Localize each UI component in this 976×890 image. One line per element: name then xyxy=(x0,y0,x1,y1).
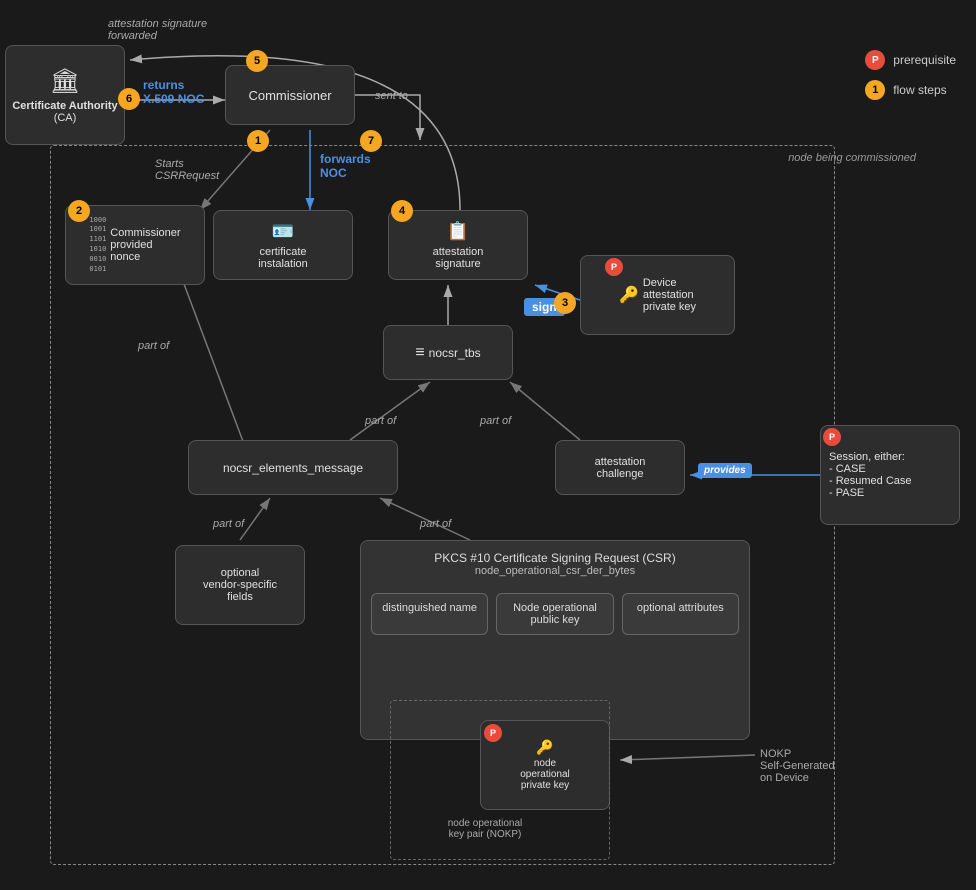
nocsr-elements-node: nocsr_elements_message xyxy=(188,440,398,495)
legend-flow-label: flow steps xyxy=(893,83,946,97)
nonce-binary: 100010011101101000100101 xyxy=(89,216,106,275)
badge-6: 6 xyxy=(118,88,140,110)
nocsr-tbs-label: nocsr_tbs xyxy=(429,346,481,360)
provides-badge: provides xyxy=(698,463,752,478)
optional-vendor-label: optionalvendor-specificfields xyxy=(203,567,277,603)
pkcs-subtitle: node_operational_csr_der_bytes xyxy=(371,565,739,577)
optional-vendor-node: optionalvendor-specificfields xyxy=(175,545,305,625)
part-of-3: part of xyxy=(213,518,244,530)
cert-install-label: certificateinstalation xyxy=(258,246,308,270)
nocsr-tbs-node: ≡ nocsr_tbs xyxy=(383,325,513,380)
nocsr-elements-label: nocsr_elements_message xyxy=(223,461,363,475)
badge-4: 4 xyxy=(391,200,413,222)
legend: P prerequisite 1 flow steps xyxy=(865,50,956,100)
attest-sig-forwarded-label: attestation signatureforwarded xyxy=(108,18,207,42)
attest-sig-icon: 📋 xyxy=(447,221,469,242)
ca-title: Certificate Authority xyxy=(12,100,117,112)
cert-install-node: 🪪 certificateinstalation xyxy=(213,210,353,280)
op-pubkey-cell: Node operational public key xyxy=(496,593,613,635)
pkcs-title: PKCS #10 Certificate Signing Request (CS… xyxy=(371,551,739,565)
prereq-session: P xyxy=(823,428,841,446)
opt-attrs-cell: optional attributes xyxy=(622,593,739,635)
part-of-1: part of xyxy=(365,415,396,427)
part-of-5: part of xyxy=(138,340,169,352)
cert-install-icon: 🪪 xyxy=(272,221,294,242)
dist-name-cell: distinguished name xyxy=(371,593,488,635)
legend-prereq-label: prerequisite xyxy=(893,53,956,67)
part-of-4: part of xyxy=(420,518,451,530)
forwards-noc-label: forwardsNOC xyxy=(320,152,371,180)
attest-sig-node: 📋 attestationsignature xyxy=(388,210,528,280)
prereq-nokp: P xyxy=(484,724,502,742)
ca-subtitle: (CA) xyxy=(12,112,117,124)
attest-challenge-node: attestationchallenge xyxy=(555,440,685,495)
device-attest-icon: 🔑 xyxy=(619,285,639,305)
ca-node: 🏛 Certificate Authority (CA) xyxy=(5,45,125,145)
returns-noc-label: returnsX.509 NOC xyxy=(143,78,204,106)
legend-flow-badge: 1 xyxy=(865,80,885,100)
badge-7: 7 xyxy=(360,130,382,152)
attest-challenge-label: attestationchallenge xyxy=(595,456,646,480)
session-node: Session, either:- CASE- Resumed Case- PA… xyxy=(820,425,960,525)
device-attest-node: 🔑 Deviceattestationprivate key xyxy=(580,255,735,335)
part-of-2: part of xyxy=(480,415,511,427)
badge-1: 1 xyxy=(247,130,269,152)
badge-5: 5 xyxy=(246,50,268,72)
legend-prereq: P prerequisite xyxy=(865,50,956,70)
starts-csr-label: StartsCSRRequest xyxy=(155,158,219,182)
legend-flow: 1 flow steps xyxy=(865,80,956,100)
session-label: Session, either:- CASE- Resumed Case- PA… xyxy=(829,451,912,499)
badge-3: 3 xyxy=(554,292,576,314)
nokp-self-generated-label: NOKPSelf-Generatedon Device xyxy=(760,748,835,784)
badge-2: 2 xyxy=(68,200,90,222)
sent-to-label: sent to xyxy=(375,90,408,102)
attest-sig-label: attestationsignature xyxy=(433,246,484,270)
commissioner-node: Commissioner xyxy=(225,65,355,125)
nocsr-tbs-icon: ≡ xyxy=(415,344,424,362)
nonce-label: Commissionerprovidednonce xyxy=(110,227,180,263)
prereq-device-attest: P xyxy=(605,258,623,276)
region-label: node being commissioned xyxy=(788,152,916,164)
diagram-container: node being commissioned 🏛 Certificate Au… xyxy=(0,0,976,890)
ca-icon: 🏛 xyxy=(50,67,80,96)
device-attest-label: Deviceattestationprivate key xyxy=(643,277,696,313)
pkcs-inner-row: distinguished name Node operational publ… xyxy=(371,593,739,635)
legend-prereq-badge: P xyxy=(865,50,885,70)
nokp-region xyxy=(390,700,610,860)
commissioner-label: Commissioner xyxy=(248,88,331,103)
